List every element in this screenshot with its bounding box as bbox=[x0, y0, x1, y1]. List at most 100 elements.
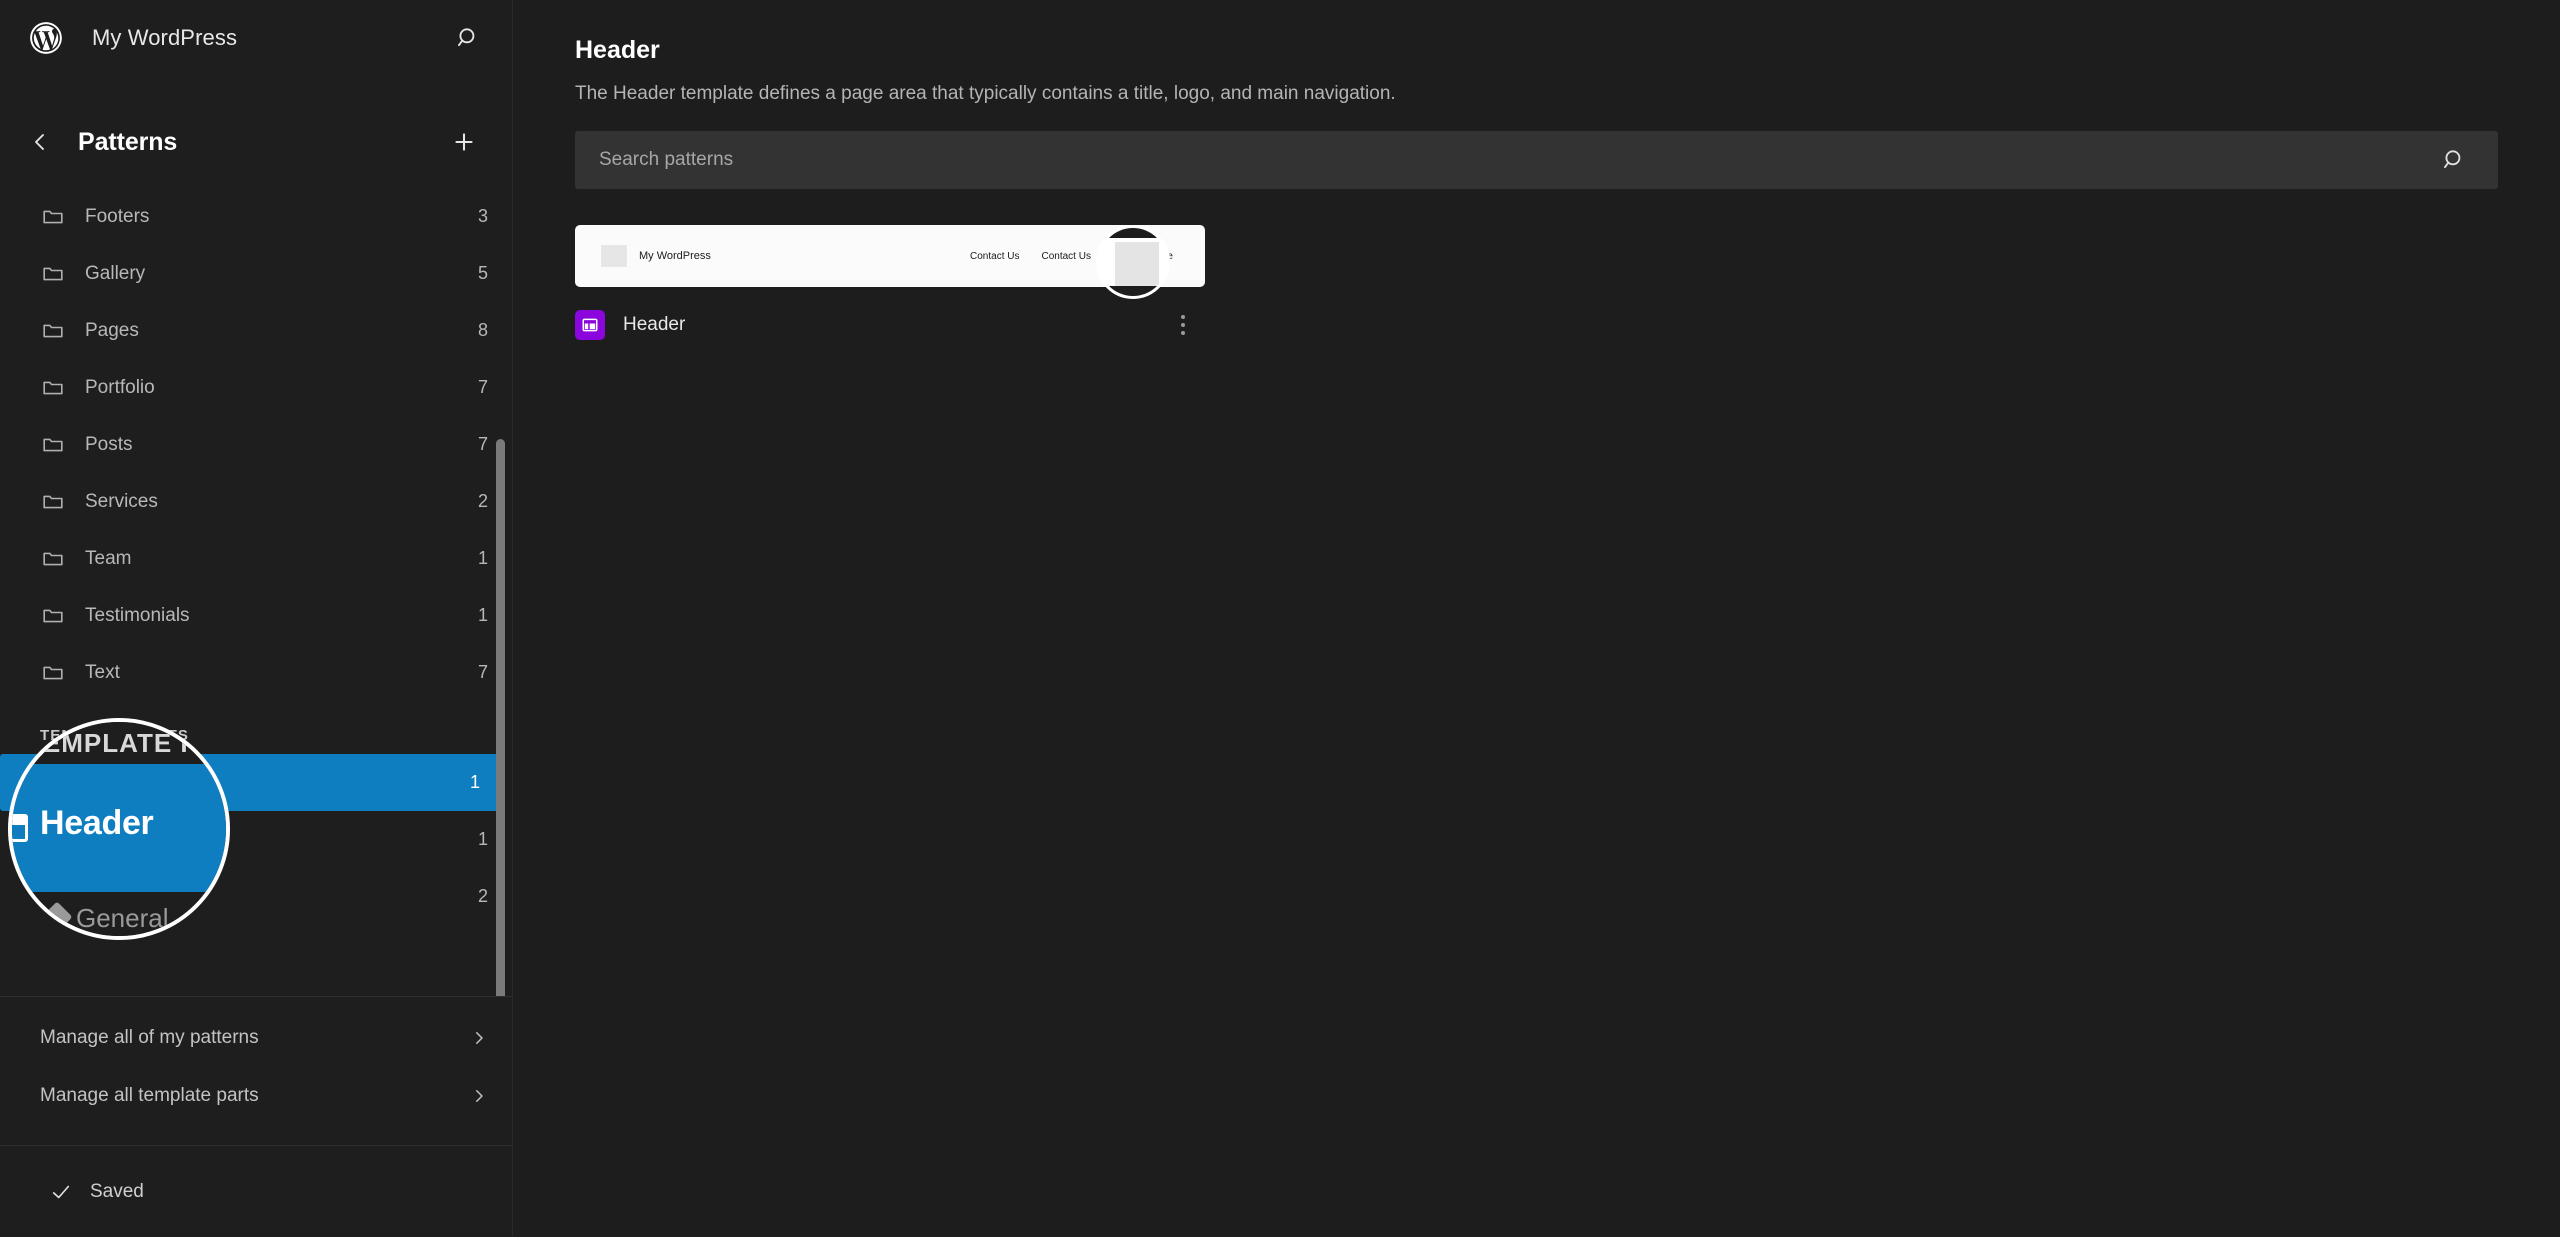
sidebar-item-label: Header bbox=[85, 771, 148, 793]
site-title: My WordPress bbox=[92, 25, 238, 50]
panel-header: Patterns bbox=[0, 100, 512, 184]
sidebar-item-footers[interactable]: Footers 3 bbox=[0, 188, 512, 245]
sidebar-scroll-region: Footers 3 Gallery 5 Pages 8 Portfolio 7 Posts 7 Se… bbox=[0, 184, 512, 996]
folder-icon bbox=[40, 489, 66, 515]
template-part-icon bbox=[575, 310, 605, 340]
folder-icon bbox=[43, 210, 63, 223]
site-editor-app: My WordPress Patterns Footers 3 Gallery … bbox=[0, 0, 2560, 1237]
chevron-right-icon bbox=[476, 1090, 483, 1102]
pattern-tag-icon bbox=[43, 887, 62, 906]
sidebar-item-label: Footer bbox=[85, 828, 140, 850]
sidebar-item-count: 7 bbox=[477, 662, 488, 682]
folder-icon bbox=[43, 381, 63, 394]
sidebar-item-count: 5 bbox=[477, 263, 488, 283]
sidebar-item-count: 3 bbox=[477, 206, 488, 226]
sidebar-item-posts[interactable]: Posts 7 bbox=[0, 416, 512, 473]
pattern-card[interactable]: My WordPress Contact Us Contact Us Sampl… bbox=[575, 225, 1205, 353]
sidebar-item-label: Posts bbox=[85, 433, 133, 455]
sidebar-item-count: 1 bbox=[477, 829, 488, 849]
preview-nav-link: Sample Page bbox=[1112, 250, 1173, 262]
template-part-icon bbox=[43, 774, 63, 791]
folder-icon bbox=[40, 432, 66, 458]
template-part-icon bbox=[40, 770, 66, 796]
manage-template-parts-link[interactable]: Manage all template parts bbox=[0, 1067, 512, 1125]
sidebar-item-count: 7 bbox=[477, 377, 488, 397]
sidebar-item-footer[interactable]: Footer 1 bbox=[0, 811, 512, 868]
save-status-bar: Saved bbox=[0, 1145, 512, 1237]
sidebar-item-count: 1 bbox=[469, 772, 480, 792]
sidebar-item-label: Text bbox=[85, 661, 120, 683]
sidebar-item-label: Testimonials bbox=[85, 604, 190, 626]
wordpress-logo-icon[interactable] bbox=[27, 19, 65, 57]
sidebar-item-count: 2 bbox=[477, 886, 488, 906]
sidebar-item-count: 1 bbox=[477, 605, 488, 625]
folder-icon bbox=[40, 204, 66, 230]
manage-template-parts-label: Manage all template parts bbox=[40, 1085, 259, 1106]
search-icon bbox=[457, 28, 475, 47]
search-icon bbox=[2443, 150, 2461, 169]
pattern-grid: My WordPress Contact Us Contact Us Sampl… bbox=[575, 225, 2512, 353]
folder-icon bbox=[43, 267, 63, 280]
sidebar-item-text[interactable]: Text 7 bbox=[0, 644, 512, 701]
pattern-tag-icon bbox=[40, 884, 66, 910]
sidebar-item-team[interactable]: Team 1 bbox=[0, 530, 512, 587]
pattern-preview[interactable]: My WordPress Contact Us Contact Us Sampl… bbox=[575, 225, 1205, 287]
sidebar-item-label: Portfolio bbox=[85, 376, 155, 398]
chevron-right-icon bbox=[476, 1032, 483, 1044]
save-status-label: Saved bbox=[90, 1180, 144, 1202]
kebab-menu-icon[interactable] bbox=[1161, 303, 1205, 347]
sidebar-item-label: Pages bbox=[85, 319, 139, 341]
manage-my-patterns-link[interactable]: Manage all of my patterns bbox=[0, 1009, 512, 1067]
site-search-button[interactable] bbox=[444, 14, 492, 62]
sidebar-item-count: 1 bbox=[477, 548, 488, 568]
sidebar-item-label: Footers bbox=[85, 205, 150, 227]
sidebar-item-label: General bbox=[85, 885, 153, 907]
page-description: The Header template defines a page area … bbox=[575, 83, 1396, 104]
sidebar-item-header[interactable]: Header 1 bbox=[0, 754, 504, 811]
sidebar-item-services[interactable]: Services 2 bbox=[0, 473, 512, 530]
folder-icon bbox=[40, 603, 66, 629]
plus-icon bbox=[455, 133, 473, 151]
page-title: Header bbox=[575, 36, 660, 64]
folder-icon bbox=[43, 495, 63, 508]
sidebar-item-label: Services bbox=[85, 490, 158, 512]
folder-icon bbox=[43, 552, 63, 565]
search-input[interactable] bbox=[599, 149, 2434, 171]
sidebar-scrollbar[interactable] bbox=[496, 439, 505, 996]
template-part-icon bbox=[43, 831, 63, 848]
manage-my-patterns-label: Manage all of my patterns bbox=[40, 1027, 259, 1048]
sidebar-item-portfolio[interactable]: Portfolio 7 bbox=[0, 359, 512, 416]
pattern-name: Header bbox=[623, 314, 686, 335]
folder-icon bbox=[40, 375, 66, 401]
folder-icon bbox=[40, 261, 66, 287]
chevron-left-icon bbox=[35, 134, 44, 150]
sidebar-item-gallery[interactable]: Gallery 5 bbox=[0, 245, 512, 302]
search-patterns-field[interactable] bbox=[575, 131, 2498, 189]
add-pattern-button[interactable] bbox=[440, 118, 488, 166]
folder-icon bbox=[43, 666, 63, 679]
template-parts-list: Header 1 Footer 1 General 2 bbox=[0, 754, 512, 925]
back-button[interactable] bbox=[16, 118, 64, 166]
main-content: Header The Header template defines a pag… bbox=[513, 0, 2560, 1237]
sidebar-item-label: Gallery bbox=[85, 262, 146, 284]
image-placeholder-icon bbox=[601, 245, 627, 267]
template-part-icon bbox=[40, 827, 66, 853]
folder-icon bbox=[40, 660, 66, 686]
check-icon bbox=[52, 1185, 70, 1198]
sidebar-item-general[interactable]: General 2 bbox=[0, 868, 512, 925]
panel-title: Patterns bbox=[78, 127, 178, 156]
folder-icon bbox=[43, 609, 63, 622]
folder-icon bbox=[43, 324, 63, 337]
folder-icon bbox=[43, 438, 63, 451]
sidebar-item-count: 8 bbox=[477, 320, 488, 340]
pattern-card-footer: Header bbox=[575, 297, 1205, 353]
search-submit-button[interactable] bbox=[2434, 140, 2474, 180]
sidebar-item-testimonials[interactable]: Testimonials 1 bbox=[0, 587, 512, 644]
sidebar-manage-links: Manage all of my patterns Manage all tem… bbox=[0, 996, 512, 1145]
preview-nav-link: Contact Us bbox=[1041, 250, 1091, 262]
preview-nav-link: Contact Us bbox=[970, 250, 1020, 262]
sidebar-item-count: 7 bbox=[477, 434, 488, 454]
sidebar-item-pages[interactable]: Pages 8 bbox=[0, 302, 512, 359]
pattern-category-list: Footers 3 Gallery 5 Pages 8 Portfolio 7 Posts 7 Se… bbox=[0, 188, 512, 701]
preview-site-name: My WordPress bbox=[639, 250, 711, 262]
